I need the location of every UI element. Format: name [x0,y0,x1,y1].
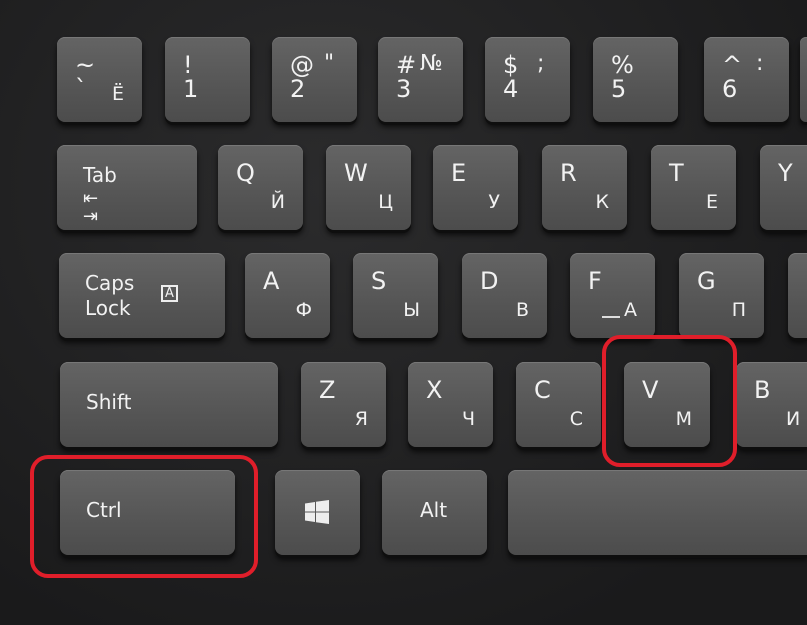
key-label: % [611,51,634,79]
key-1[interactable]: ! 1 [165,37,250,122]
key-label: П [731,299,746,321]
key-label: № [420,51,443,76]
key-label: " [324,51,335,76]
key-label: Lock [85,296,131,320]
key-f[interactable]: FА [570,253,655,338]
key-label: Q [236,159,255,187]
key-space[interactable] [508,470,807,555]
windows-logo-icon [305,500,329,527]
key-label: 2 [290,75,306,103]
key-label: Ч [461,408,475,430]
key-label: W [344,159,368,187]
key-label: К [595,191,610,213]
key-label: # [396,51,417,79]
key-5[interactable]: % 5 [593,37,678,122]
key-label: @ [290,51,314,79]
key-b[interactable]: BИ [736,362,807,447]
key-label: X [426,376,443,404]
key-windows[interactable] [275,470,360,555]
tab-arrows-icon: ⇤ ⇥ [83,188,99,227]
key-label: Y [778,159,793,187]
key-q[interactable]: QЙ [218,145,303,230]
key-6[interactable]: ^ 6: [704,37,789,122]
key-label: ~ [75,51,96,79]
key-label: C [534,376,551,404]
key-y[interactable]: Y [760,145,807,230]
key-label: ` [75,75,87,103]
key-label: С [569,408,583,430]
key-label: 4 [503,75,519,103]
key-caps-lock[interactable]: Caps Lock A [59,253,225,338]
caps-lock-indicator-icon: A [161,285,178,302]
key-label: E [451,159,467,187]
key-tab[interactable]: Tab ⇤ ⇥ [57,145,197,230]
key-label: 6 [722,75,738,103]
key-label: B [754,376,771,404]
key-label: ^ [722,51,743,79]
key-label: У [488,191,500,213]
key-z[interactable]: ZЯ [301,362,386,447]
key-d[interactable]: DВ [462,253,547,338]
key-g[interactable]: GП [679,253,764,338]
key-t[interactable]: TЕ [651,145,736,230]
key-4[interactable]: $4; [485,37,570,122]
key-label: R [560,159,577,187]
key-label: D [480,267,499,295]
key-2[interactable]: @2 " [272,37,357,122]
key-s[interactable]: SЫ [353,253,438,338]
key-label: Tab [83,163,117,187]
key-label: Й [270,191,285,213]
highlight-v [602,335,737,467]
key-label: Е [705,191,718,213]
key-7-partial[interactable] [800,37,807,122]
key-label: Ё [111,83,124,105]
key-tilde[interactable]: ~ ` Ё [57,37,142,122]
key-x[interactable]: XЧ [408,362,493,447]
key-label: 3 [396,75,412,103]
key-label: Z [319,376,336,404]
key-label: ! [183,51,193,79]
key-label: T [669,159,684,187]
key-label: : [756,51,764,76]
keyboard: ~ ` Ё ! 1 @2 " #3 № $4; % 5 ^ 6: Tab ⇤ ⇥ QЙ WЦ EУ… [0,0,807,625]
key-alt[interactable]: Alt [382,470,487,555]
key-a[interactable]: AФ [245,253,330,338]
key-label: 5 [611,75,627,103]
key-label: А [624,299,637,321]
key-label: S [371,267,387,295]
key-label: $ [503,51,519,79]
key-c[interactable]: CС [516,362,601,447]
highlight-ctrl [30,455,258,578]
home-row-bump [602,316,620,318]
key-r[interactable]: RК [542,145,627,230]
key-label: Caps [85,271,135,295]
key-label: G [697,267,716,295]
key-w[interactable]: WЦ [326,145,411,230]
key-label: В [515,299,529,321]
key-label: И [786,408,801,430]
key-e[interactable]: EУ [433,145,518,230]
key-label: Я [354,408,368,430]
key-h-partial[interactable] [788,253,807,338]
key-label: Ы [403,299,420,321]
key-label: A [263,267,280,295]
key-label: 1 [183,75,199,103]
key-label: Ф [295,299,312,321]
key-shift[interactable]: Shift [60,362,278,447]
key-label: Shift [86,390,132,414]
key-3[interactable]: #3 № [378,37,463,122]
key-label: Ц [378,191,393,213]
key-label: ; [537,51,545,76]
key-label: Alt [420,498,448,522]
key-label: F [588,267,602,295]
